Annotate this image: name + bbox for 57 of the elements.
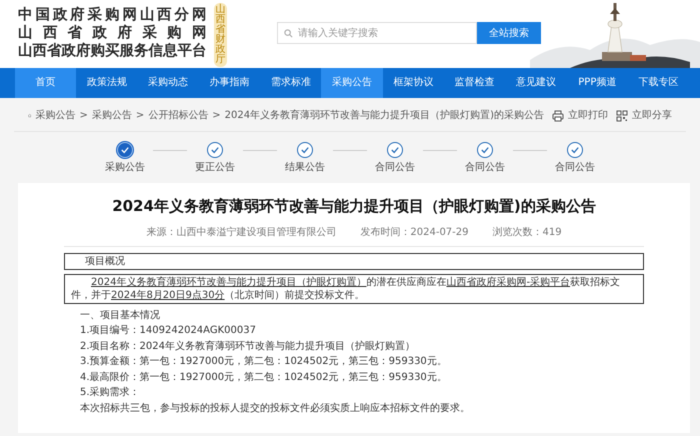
search-icon [284,29,293,38]
overview-link[interactable]: 山西省政府采购网-采购平台 [446,276,570,288]
breadcrumb-link[interactable]: 公开招标公告 [148,108,208,123]
step-label: 合同公告 [554,160,596,175]
nav-tab[interactable]: 意见建议 [505,68,567,98]
nav-tab[interactable]: 下载专区 [628,68,690,98]
nav-tab[interactable]: 监督检查 [444,68,506,98]
breadcrumb-link[interactable]: 采购公告 [35,108,76,123]
site-title-line: 中国政府采购网山西分网 [18,6,206,24]
action-link[interactable]: 立即打印 [568,108,608,123]
article-title: 2024年义务教育薄弱环节改善与能力提升项目（护眼灯购置)的采购公告 [111,196,597,217]
nav-tab[interactable]: 采购公告 [321,68,383,98]
search-button[interactable]: 全站搜索 [477,22,541,44]
article-text-line: 5.采购需求： [79,386,141,400]
check-icon [391,146,399,154]
action-link[interactable]: 立即分享 [632,108,672,123]
site-title-line: 山西省政府购买服务信息平台 [18,42,206,60]
site-title-line: 山西省政府采购网 [18,24,206,42]
step-label: 更正公告 [194,160,236,175]
article-text-line: 3.预算金额：第一包：1927000元，第二包：1024502元，第三包：959330元。 [79,354,448,369]
breadcrumb-separator: > [212,109,221,123]
printer-icon[interactable] [552,110,564,122]
breadcrumb-separator: > [136,109,144,123]
article-text-line: 4.最高限价：第一包：1927000元，第二包：1024502元，第三包：959330元。 [79,370,448,384]
article-meta: 来源：山西中泰溢宁建设项目管理有限公司 [146,226,336,240]
article-meta: 浏览次数：419 [492,226,562,240]
qr-code-icon[interactable] [616,110,628,122]
article-text-line: 2.项目名称：2024年义务教育薄弱环节改善与能力提升项目（护眼灯购置） [79,340,416,354]
overview-link[interactable]: 2024年义务教育薄弱环节改善与能力提升项目（护眼灯购置） [91,276,366,288]
nav-tab[interactable]: PPP频道 [566,68,628,98]
nav-tab[interactable]: 政策法规 [76,68,138,98]
step-label: 合同公告 [374,160,416,175]
article-text-line: 1.项目编号：1409242024AGK00037 [79,324,257,338]
check-icon [571,146,579,154]
nav-tab[interactable]: 需求标准 [260,68,322,98]
breadcrumb-separator: > [79,109,88,123]
check-icon [481,146,489,154]
search-field[interactable]: 请输入关键字搜索 [277,22,477,44]
article-text-line: 本次招标共三包，参与投标的投标人提交的投标文件必须实质上响应本招标文件的要求。 [79,402,471,416]
step-label: 结果公告 [284,160,326,175]
nav-tab[interactable]: 框架协议 [382,68,444,98]
nav-tab[interactable]: 办事指南 [198,68,260,98]
check-icon [211,146,219,154]
nav-tab[interactable]: 首页 [15,68,76,98]
article-meta: 发布时间：2024-07-29 [360,226,469,240]
seal-badge: 山西省财政厅 [214,3,227,67]
nav-tab[interactable]: 采购动态 [138,68,199,98]
overview-heading: 项目概况 [64,252,644,270]
breadcrumb-link[interactable]: 2024年义务教育薄弱环节改善与能力提升项目（护眼灯购置)的采购公告 [224,108,544,123]
overview-paragraph: 2024年义务教育薄弱环节改善与能力提升项目（护眼灯购置）的潜在供应商应在山西省政府采购网-采购平台获取招标文件，并于2024年8月20日9点30分（北京时间）前提交投标文件。 [64,274,644,304]
check-icon [121,146,129,154]
step-label: 采购公告 [104,160,146,175]
article-text-line: 一、项目基本情况 [79,308,161,322]
step-label: 合同公告 [464,160,506,175]
check-icon [301,146,309,154]
overview-link[interactable]: 2024年8月20日9点30分 [111,290,225,300]
breadcrumb-link[interactable]: 采购公告 [92,108,132,123]
